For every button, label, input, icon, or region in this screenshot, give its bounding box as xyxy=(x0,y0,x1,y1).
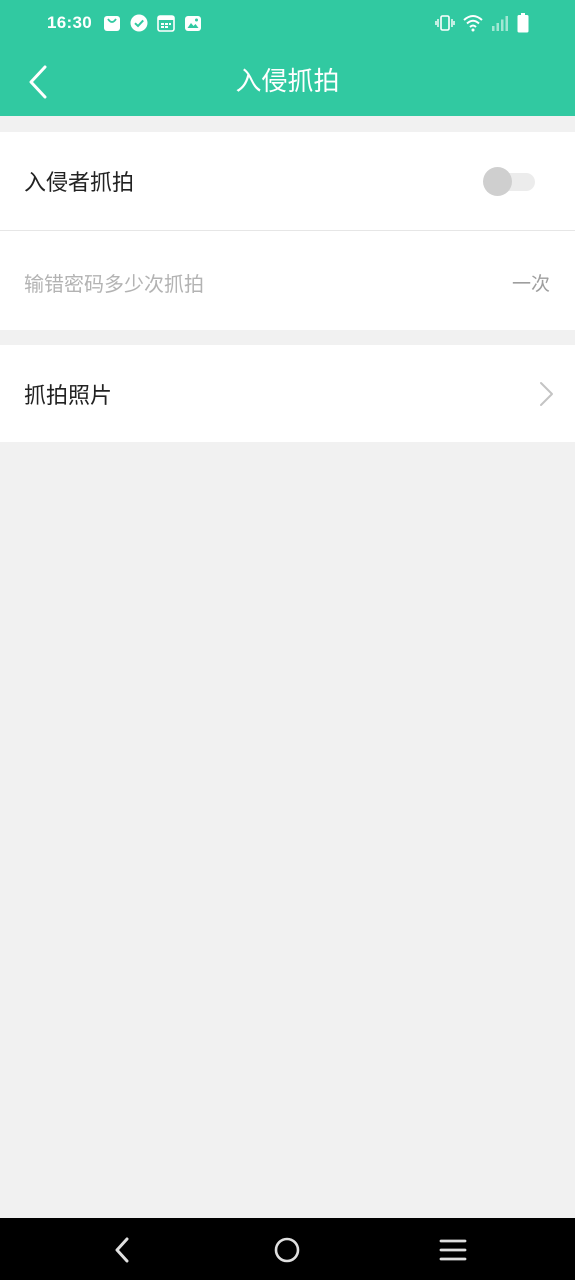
page-title: 入侵抓拍 xyxy=(235,67,340,97)
captured-photos-row[interactable]: 抓拍照片 xyxy=(0,345,575,442)
photos-card: 抓拍照片 xyxy=(0,345,575,442)
toggle-thumb xyxy=(483,167,512,196)
nav-menu-button[interactable] xyxy=(437,1234,469,1266)
wifi-icon xyxy=(463,15,483,32)
intruder-capture-label: 入侵者抓拍 xyxy=(24,171,135,196)
intruder-capture-row: 入侵者抓拍 xyxy=(0,132,575,230)
system-icons xyxy=(435,13,529,33)
nav-home-button[interactable] xyxy=(271,1234,303,1266)
app-bar: 入侵抓拍 xyxy=(0,48,575,116)
captured-photos-label: 抓拍照片 xyxy=(24,384,113,409)
status-bar: 16:30 xyxy=(0,0,575,48)
check-circle-icon xyxy=(130,14,148,32)
battery-icon xyxy=(517,13,529,33)
back-icon xyxy=(115,1237,129,1263)
navigation-bar xyxy=(0,1218,575,1280)
capture-settings-card: 入侵者抓拍 输错密码多少次抓拍 一次 xyxy=(0,132,575,330)
calendar-icon xyxy=(157,15,175,32)
signal-icon xyxy=(492,16,508,31)
image-icon xyxy=(185,16,201,31)
status-time: 16:30 xyxy=(47,13,92,32)
menu-icon xyxy=(439,1239,467,1261)
wrong-password-attempts-row[interactable]: 输错密码多少次抓拍 一次 xyxy=(0,231,575,329)
wrong-password-attempts-label: 输错密码多少次抓拍 xyxy=(24,272,204,296)
chevron-right-icon xyxy=(540,382,553,406)
intruder-capture-toggle[interactable] xyxy=(483,167,535,196)
nav-back-button[interactable] xyxy=(106,1234,138,1266)
vibrate-icon xyxy=(435,15,455,31)
home-icon xyxy=(274,1237,300,1263)
notification-icons xyxy=(103,14,202,32)
shopping-bag-icon xyxy=(104,16,120,31)
wrong-password-attempts-value: 一次 xyxy=(511,273,550,295)
